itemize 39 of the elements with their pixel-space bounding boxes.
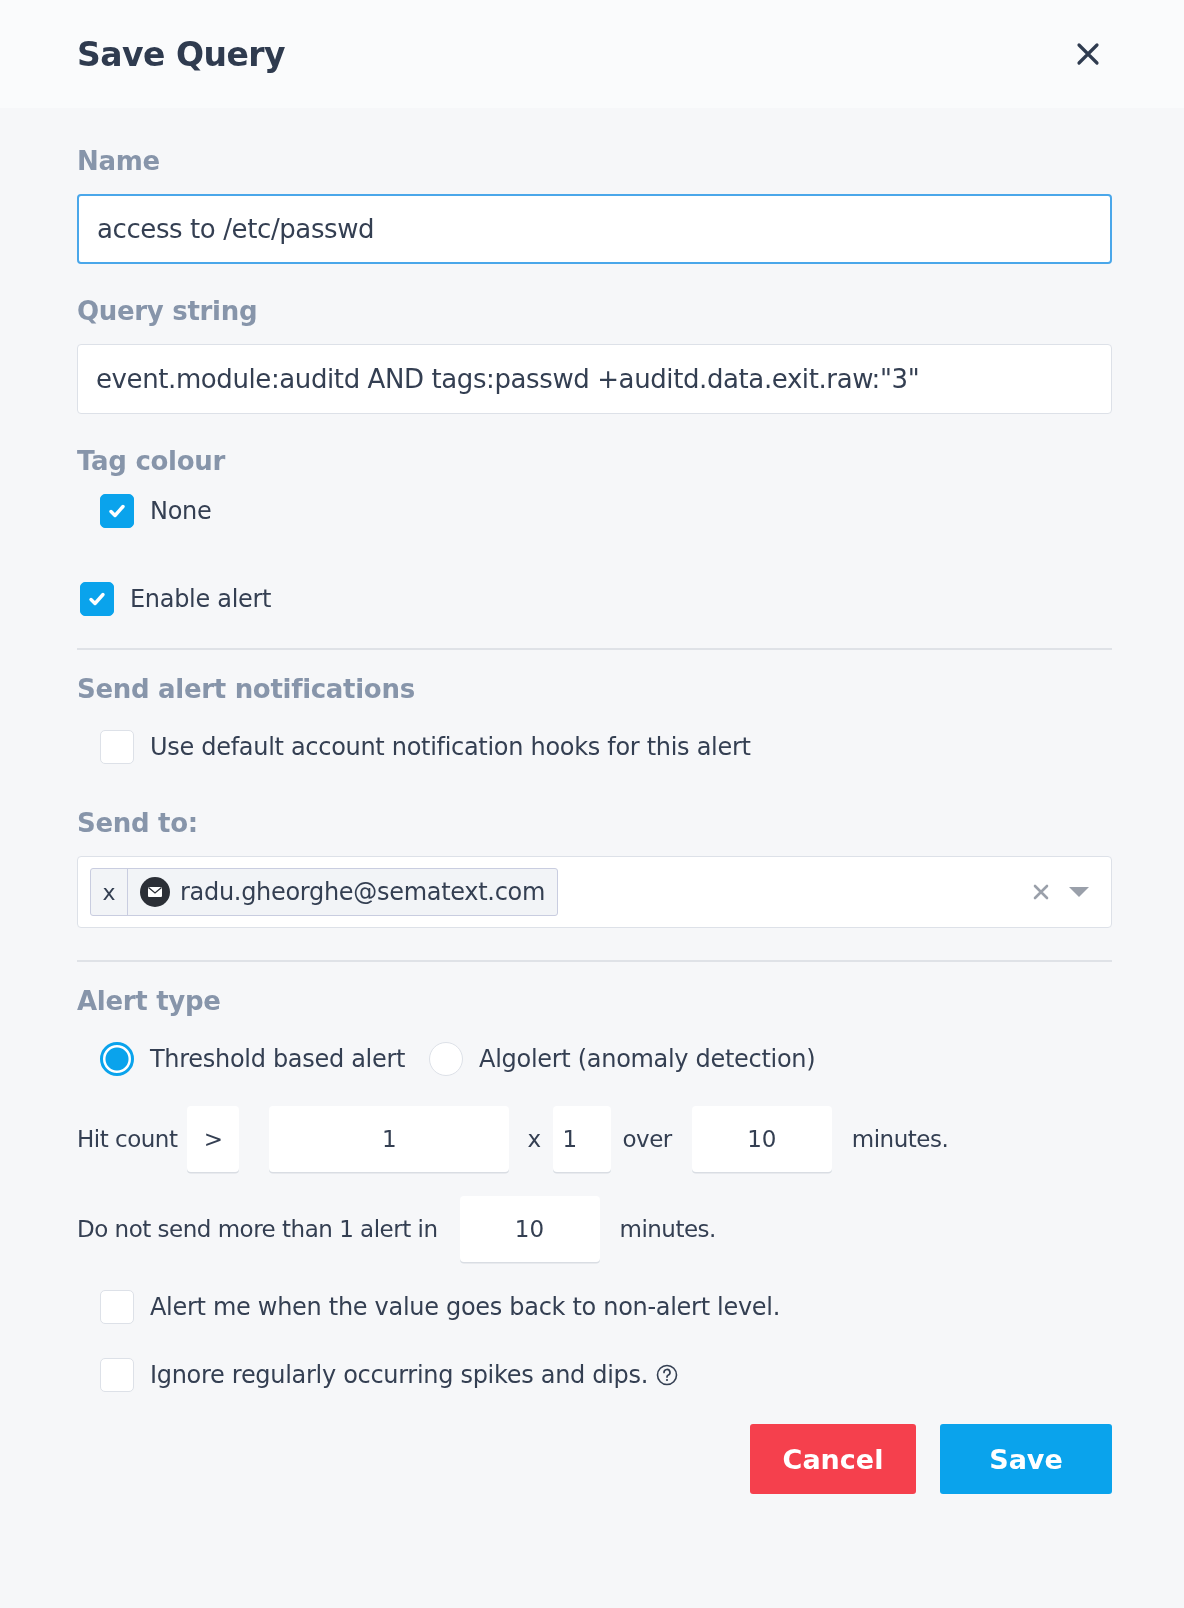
checkbox-label: Alert me when the value goes back to non-alert level. — [150, 1293, 780, 1321]
checkbox-label: Use default account notification hooks for this alert — [150, 733, 751, 761]
count-field[interactable]: 1 — [269, 1106, 510, 1172]
section-heading: Send alert notifications — [77, 674, 416, 704]
field-label: Tag colour — [77, 446, 227, 476]
times-sign: x — [527, 1126, 541, 1152]
checkbox[interactable] — [100, 494, 134, 528]
radio-label: Threshold based alert — [150, 1045, 406, 1073]
radio-button[interactable] — [100, 1042, 134, 1076]
recipient-select[interactable]: x radu.gheorghe@sematext.com — [77, 856, 1112, 928]
rate-limit-label: Do not send more than 1 alert in — [77, 1216, 438, 1242]
field-label: Send to: — [77, 808, 199, 838]
period-field[interactable]: 10 — [691, 1106, 832, 1172]
dialog-title: Save Query — [77, 34, 286, 74]
multiplier-field[interactable]: 1 — [552, 1106, 611, 1172]
caret-icon[interactable] — [1069, 886, 1089, 898]
clear-icon[interactable] — [1033, 884, 1049, 900]
checkbox[interactable] — [80, 582, 114, 616]
recipient-email: radu.gheorghe@sematext.com — [180, 878, 545, 906]
remove-tag-button[interactable]: x — [91, 869, 128, 915]
checkbox-label: Enable alert — [130, 585, 272, 613]
checkbox-label: None — [150, 497, 212, 525]
field-label: Query string — [77, 296, 259, 326]
unit-label: minutes. — [851, 1126, 949, 1152]
field-label: Alert type — [77, 986, 222, 1016]
text-field[interactable]: event.module:auditd AND tags:passwd +auditd.data.exit.raw:"3" — [77, 344, 1112, 414]
help-icon[interactable] — [656, 1364, 679, 1386]
hit-count-label: Hit count — [77, 1126, 178, 1152]
over-label: over — [622, 1126, 672, 1152]
operator-select[interactable]: > — [187, 1106, 240, 1172]
field-label: Name — [77, 146, 161, 176]
cancel-button[interactable]: Cancel — [750, 1424, 916, 1494]
checkbox-label: Ignore regularly occurring spikes and dips. — [150, 1361, 649, 1389]
unit-label: minutes. — [619, 1216, 716, 1242]
interval-field[interactable]: 10 — [459, 1196, 600, 1262]
close-icon[interactable] — [1076, 42, 1100, 66]
mail-icon — [140, 877, 170, 907]
text-field[interactable]: access to /etc/passwd — [77, 194, 1112, 264]
radio-label: Algolert (anomaly detection) — [479, 1045, 816, 1073]
